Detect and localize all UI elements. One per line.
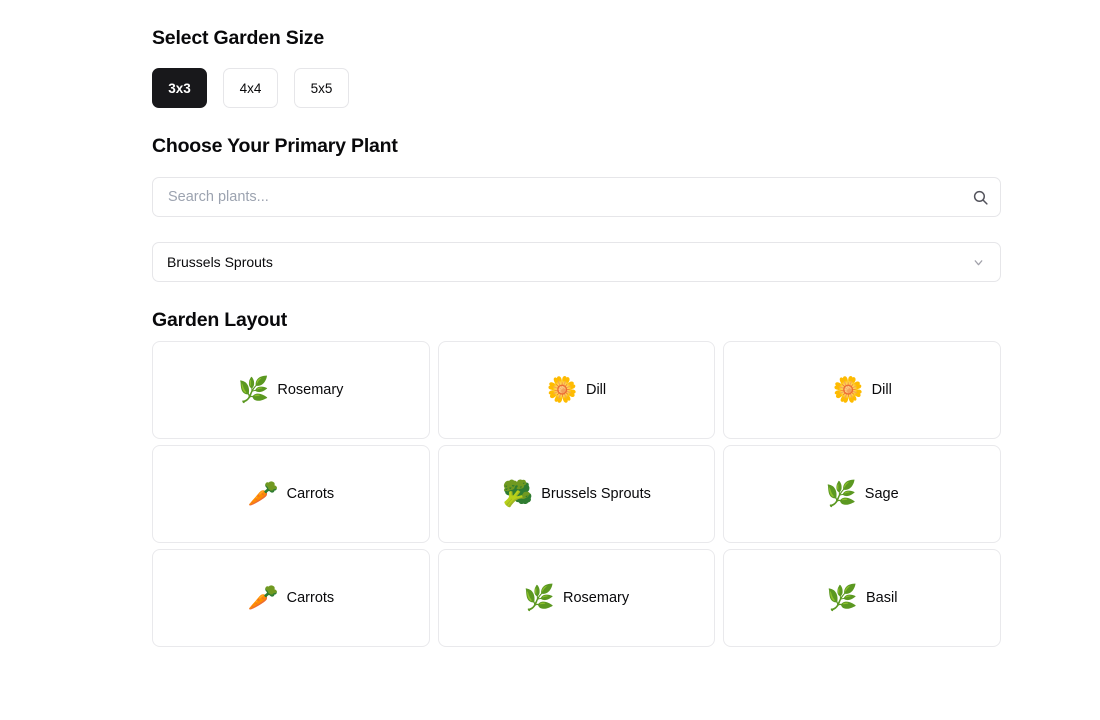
garden-cell-label: Rosemary — [277, 382, 344, 398]
garden-cell[interactable]: 🥦 Brussels Sprouts — [437, 445, 716, 543]
size-option-3x3[interactable]: 3x3 — [152, 68, 207, 108]
garden-size-options: 3x3 4x4 5x5 — [152, 68, 349, 108]
garden-cell-label: Carrots — [286, 590, 335, 606]
primary-plant-select[interactable]: Brussels Sprouts — [152, 242, 1001, 282]
garden-cell[interactable]: 🌿 Sage — [723, 445, 1001, 543]
garden-size-heading: Select Garden Size — [152, 27, 324, 49]
basil-leaf-icon: 🌿 — [826, 583, 858, 612]
garden-cell-label: Sage — [864, 486, 899, 502]
garden-layout-grid: 🌿 Rosemary 🌼 Dill 🌼 Dill 🥕 Carrots 🥦 Bru… — [152, 341, 1001, 647]
rosemary-sprig-icon: 🌿 — [523, 583, 556, 612]
dill-flower-icon: 🌼 — [832, 375, 864, 404]
sage-leaf-icon: 🌿 — [825, 479, 857, 508]
garden-layout-heading: Garden Layout — [152, 309, 288, 331]
garden-cell[interactable]: 🌿 Rosemary — [152, 341, 430, 439]
garden-planner-page: Select Garden Size 3x3 4x4 5x5 Choose Yo… — [0, 0, 1100, 720]
size-option-5x5[interactable]: 5x5 — [294, 68, 349, 108]
rosemary-sprig-icon: 🌿 — [238, 375, 270, 404]
chevron-down-icon — [970, 254, 986, 270]
size-option-4x4[interactable]: 4x4 — [223, 68, 278, 108]
primary-plant-heading: Choose Your Primary Plant — [152, 135, 398, 157]
primary-plant-select-value: Brussels Sprouts — [167, 254, 273, 270]
search-input[interactable] — [152, 177, 1001, 217]
carrot-icon: 🥕 — [247, 583, 279, 612]
garden-cell-label: Dill — [871, 382, 892, 398]
garden-cell[interactable]: 🥕 Carrots — [152, 445, 430, 543]
garden-cell-label: Brussels Sprouts — [541, 486, 651, 502]
garden-cell-label: Basil — [866, 590, 898, 606]
brussels-sprouts-icon: 🥦 — [502, 479, 534, 508]
dill-flower-icon: 🌼 — [546, 375, 578, 404]
garden-cell[interactable]: 🥕 Carrots — [152, 549, 430, 647]
search-icon[interactable] — [971, 188, 989, 206]
plant-search-field — [152, 177, 1001, 217]
carrot-icon: 🥕 — [247, 479, 279, 508]
garden-cell[interactable]: 🌼 Dill — [723, 341, 1001, 439]
garden-cell-label: Dill — [585, 382, 607, 398]
garden-cell-label: Rosemary — [563, 590, 630, 606]
garden-cell-label: Carrots — [286, 486, 335, 502]
garden-cell[interactable]: 🌿 Rosemary — [437, 549, 716, 647]
garden-cell[interactable]: 🌼 Dill — [437, 341, 716, 439]
garden-cell[interactable]: 🌿 Basil — [723, 549, 1001, 647]
